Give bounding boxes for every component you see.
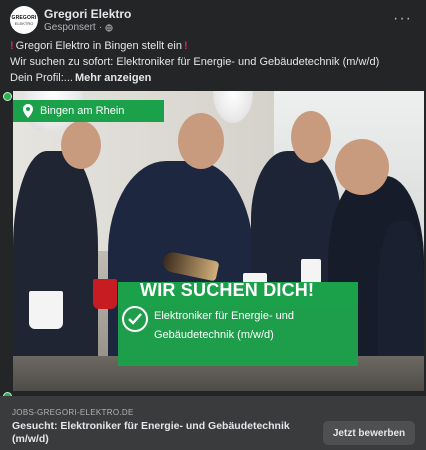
avatar[interactable]: GREGORI ELEKTRO <box>10 6 38 34</box>
link-domain: JOBS-GREGORI-ELEKTRO.DE <box>12 408 134 417</box>
post-header: GREGORI ELEKTRO Gregori Elektro Gesponse… <box>10 6 416 36</box>
job-banner: WIR SUCHEN DICH! Elektroniker für Energi… <box>118 280 358 366</box>
text-line-3: Dein Profil:... Mehr anzeigen <box>10 70 416 86</box>
page-name-link[interactable]: Gregori Elektro <box>44 7 131 21</box>
text-line-1-body: Gregori Elektro in Bingen stellt ein <box>15 40 182 52</box>
coffee-mug <box>93 279 117 309</box>
post-text: ! Gregori Elektro in Bingen stellt ein !… <box>10 38 416 86</box>
exclamation-icon: ! <box>10 40 14 52</box>
person-head <box>178 113 224 169</box>
sponsored-post: GREGORI ELEKTRO Gregori Elektro Gesponse… <box>0 0 426 450</box>
link-headline[interactable]: Gesucht: Elektroniker für Energie- und G… <box>12 420 312 446</box>
text-line-2: Wir suchen zu sofort: Elektroniker für E… <box>10 56 380 68</box>
verified-dot-icon <box>3 92 12 101</box>
apply-now-button[interactable]: Jetzt bewerben <box>323 421 415 445</box>
ad-image[interactable]: Bingen am Rhein WIR SUCHEN DICH! Elektro… <box>13 91 424 391</box>
avatar-line2: ELEKTRO <box>14 20 34 26</box>
person-head <box>61 121 101 169</box>
person-head <box>335 139 389 195</box>
coffee-mug <box>29 291 63 329</box>
person-left <box>13 151 98 391</box>
banner-headline-bar: WIR SUCHEN DICH! <box>118 280 358 306</box>
location-label: Bingen am Rhein <box>40 105 125 117</box>
sponsored-text: Gesponsert <box>44 22 96 33</box>
see-more-link[interactable]: Mehr anzeigen <box>75 70 151 86</box>
globe-icon <box>105 23 113 32</box>
text-line-1: ! Gregori Elektro in Bingen stellt ein ! <box>10 38 416 54</box>
link-footer[interactable]: JOBS-GREGORI-ELEKTRO.DE Gesucht: Elektro… <box>0 396 426 450</box>
banner-headline: WIR SUCHEN DICH! <box>140 280 315 300</box>
person-head <box>291 111 331 163</box>
text-line-3-prefix: Dein Profil:... <box>10 72 73 84</box>
separator-dot: · <box>98 22 103 33</box>
more-options-icon[interactable]: ··· <box>393 10 412 28</box>
location-badge: Bingen am Rhein <box>13 100 164 122</box>
banner-line-2: Elektroniker für Energie- und <box>154 310 295 322</box>
sponsored-label: Gesponsert · <box>44 22 113 33</box>
banner-line-3: Gebäudetechnik (m/w/d) <box>154 329 274 341</box>
exclamation-icon: ! <box>183 40 188 52</box>
location-pin-icon <box>23 104 33 118</box>
checkmark-circle-icon <box>122 306 148 332</box>
